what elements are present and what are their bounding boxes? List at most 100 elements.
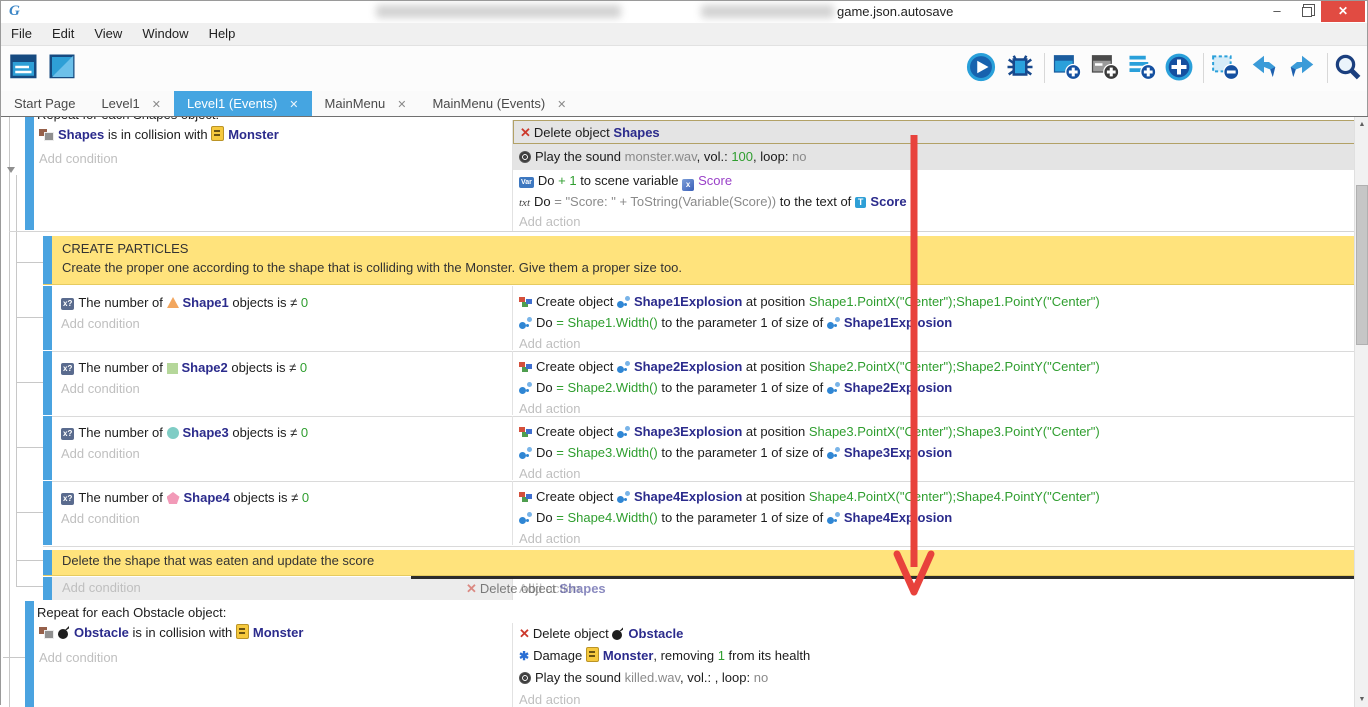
action-row-scene-variable[interactable]: VarDo + 1 to scene variable xScore: [513, 170, 1355, 191]
create-object-icon: [519, 426, 532, 438]
redo-button[interactable]: [1287, 52, 1319, 84]
tree-guide-tick: [16, 262, 43, 263]
condition-row[interactable]: x?The number of Shape4 objects is ≠ 0: [61, 487, 309, 509]
add-condition-link[interactable]: Add condition: [61, 378, 140, 400]
tab-close-icon[interactable]: ✕: [397, 99, 406, 111]
scroll-up-icon[interactable]: ▲: [1355, 117, 1368, 132]
event-expander-icon[interactable]: [7, 167, 15, 173]
action-row-set-size[interactable]: Do = Shape3.Width() to the parameter 1 o…: [519, 442, 952, 464]
menu-edit[interactable]: Edit: [42, 23, 84, 44]
empty-subevent-row[interactable]: Add condition Add action ✕Delete object …: [43, 577, 1354, 600]
comment-title: CREATE PARTICLES: [62, 241, 188, 256]
condition-row[interactable]: x?The number of Shape1 objects is ≠ 0: [61, 292, 308, 314]
add-comment-button[interactable]: [1127, 52, 1159, 84]
run-preview-button[interactable]: [966, 52, 998, 84]
window-title: game.json.autosave: [837, 4, 953, 19]
object-count-icon: x?: [61, 363, 74, 375]
add-element-button[interactable]: [1164, 52, 1196, 84]
event-bar[interactable]: [25, 601, 34, 707]
action-row-create-object[interactable]: Create object Shape4Explosion at positio…: [519, 486, 1100, 508]
shape2-square-icon: [167, 363, 178, 374]
comment-body: Create the proper one according to the s…: [62, 260, 682, 275]
condition-row[interactable]: Shapes is in collision with Monster: [39, 124, 279, 146]
condition-row[interactable]: x?The number of Shape3 objects is ≠ 0: [61, 422, 308, 444]
shape4-subevent[interactable]: x?The number of Shape4 objects is ≠ 0 Ad…: [43, 481, 1354, 547]
tree-guide-tick: [16, 447, 43, 448]
action-row-play-sound[interactable]: Play the sound monster.wav, vol.: 100, l…: [513, 144, 1355, 170]
condition-row[interactable]: Obstacle is in collision with Monster: [39, 622, 303, 644]
add-action-link[interactable]: Add action: [513, 689, 1355, 707]
add-action-link[interactable]: Add action: [519, 528, 580, 550]
comment-bar: [43, 550, 52, 575]
close-button[interactable]: ✕: [1321, 1, 1365, 22]
maximize-button[interactable]: [1293, 1, 1321, 22]
action-row-create-object[interactable]: Create object Shape2Explosion at positio…: [519, 356, 1100, 378]
particle-emitter-icon: [519, 317, 532, 329]
vertical-scrollbar[interactable]: ▲ ▼: [1354, 117, 1368, 707]
add-condition-link[interactable]: Add condition: [39, 647, 118, 669]
tab-close-icon[interactable]: ✕: [557, 99, 566, 111]
project-properties-button[interactable]: [9, 52, 41, 84]
app-logo-icon: G: [9, 3, 20, 20]
add-condition-link[interactable]: Add condition: [61, 313, 140, 335]
comment-block[interactable]: Delete the shape that was eaten and upda…: [43, 550, 1354, 576]
add-sub-event-button[interactable]: [1090, 52, 1122, 84]
restore-icon: [1302, 7, 1312, 17]
object-count-icon: x?: [61, 298, 74, 310]
action-row-set-size[interactable]: Do = Shape4.Width() to the parameter 1 o…: [519, 507, 952, 529]
create-object-icon: [519, 491, 532, 503]
minimize-button[interactable]: –: [1263, 1, 1291, 22]
action-row-set-size[interactable]: Do = Shape2.Width() to the parameter 1 o…: [519, 377, 952, 399]
action-row-play-sound[interactable]: Play the sound killed.wav, vol.: , loop:…: [513, 667, 1355, 689]
event-repeat-header[interactable]: Repeat for each Obstacle object:: [37, 602, 226, 624]
add-condition-link[interactable]: Add condition: [62, 577, 141, 599]
object-count-icon: x?: [61, 493, 74, 505]
tree-guide-tick: [3, 657, 25, 658]
tab-level1[interactable]: Level1 ✕: [88, 91, 174, 116]
monster-object-icon: [586, 647, 599, 662]
monster-object-icon: [236, 624, 249, 639]
action-row-delete-obstacle[interactable]: ✕Delete object Obstacle: [513, 623, 1355, 645]
add-event-button[interactable]: [1052, 52, 1084, 84]
shape1-subevent[interactable]: x?The number of Shape1 objects is ≠ 0 Ad…: [43, 286, 1354, 352]
menu-window[interactable]: Window: [132, 23, 198, 44]
add-condition-link[interactable]: Add condition: [61, 443, 140, 465]
particle-emitter-icon: [827, 447, 840, 459]
actions-cell[interactable]: Add action: [512, 577, 1355, 600]
toolbar-separator: [1044, 53, 1045, 83]
comment-block[interactable]: CREATE PARTICLES Create the proper one a…: [43, 236, 1354, 285]
condition-row[interactable]: x?The number of Shape2 objects is ≠ 0: [61, 357, 307, 379]
particle-emitter-icon: [617, 296, 630, 308]
particle-emitter-icon: [519, 512, 532, 524]
action-row-damage-monster[interactable]: ✱Damage Monster, removing 1 from its hea…: [513, 645, 1355, 667]
action-row-delete-shapes[interactable]: ✕Delete object Shapes: [513, 120, 1355, 144]
tab-close-icon[interactable]: ✕: [289, 99, 298, 111]
conditions-cell[interactable]: Add condition: [52, 577, 512, 600]
add-condition-link[interactable]: Add condition: [61, 508, 140, 530]
tab-mainmenu-events-[interactable]: MainMenu (Events)✕: [419, 91, 579, 116]
event-bar[interactable]: [25, 116, 34, 230]
action-row-text-score[interactable]: txtDo = "Score: " + ToString(Variable(Sc…: [513, 191, 1355, 212]
shape2-subevent[interactable]: x?The number of Shape2 objects is ≠ 0 Ad…: [43, 351, 1354, 417]
shape3-subevent[interactable]: x?The number of Shape3 objects is ≠ 0 Ad…: [43, 416, 1354, 482]
dragged-action-ghost: ✕Delete object Shapes: [466, 578, 606, 600]
tab-label: Level1: [101, 96, 139, 111]
scene-editor-button[interactable]: [47, 52, 79, 84]
tab-close-icon[interactable]: ✕: [152, 99, 161, 111]
scrollbar-thumb[interactable]: [1356, 185, 1368, 345]
search-button[interactable]: [1333, 52, 1365, 84]
menu-help[interactable]: Help: [199, 23, 246, 44]
action-row-set-size[interactable]: Do = Shape1.Width() to the parameter 1 o…: [519, 312, 952, 334]
menu-view[interactable]: View: [84, 23, 132, 44]
action-row-create-object[interactable]: Create object Shape1Explosion at positio…: [519, 291, 1100, 313]
menu-file[interactable]: File: [1, 23, 42, 44]
add-action-link[interactable]: Add action: [513, 212, 1355, 232]
delete-event-button[interactable]: [1210, 52, 1242, 84]
add-condition-link[interactable]: Add condition: [39, 148, 118, 170]
tab-level1-events-[interactable]: Level1 (Events)✕: [174, 91, 312, 116]
undo-button[interactable]: [1249, 52, 1281, 84]
tab-mainmenu[interactable]: MainMenu✕: [312, 91, 420, 116]
tab-start-page[interactable]: Start Page: [1, 91, 88, 116]
debug-button[interactable]: [1005, 52, 1037, 84]
action-row-create-object[interactable]: Create object Shape3Explosion at positio…: [519, 421, 1100, 443]
